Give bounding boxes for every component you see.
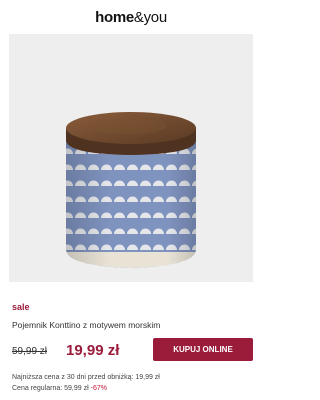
site-header: home &you: [0, 0, 262, 34]
sale-price: 19,99 zł: [66, 342, 120, 359]
buy-online-button[interactable]: KUPUJ ONLINE: [153, 338, 253, 361]
logo-home-text: home: [95, 8, 134, 26]
logo-amp-text: &you: [133, 8, 167, 26]
old-price: 59,99 zł: [12, 346, 48, 357]
regular-price-note: Cena regularna: 59,99 zł: [12, 385, 89, 392]
sale-badge: sale: [12, 302, 30, 312]
product-title[interactable]: Pojemnik Konttino z motywem morskim: [12, 320, 160, 330]
jar-illustration: [66, 112, 196, 268]
discount-percent: -67%: [90, 385, 107, 392]
home-and-you-logo[interactable]: home &you: [95, 9, 167, 26]
regular-price-line: Cena regularna: 59,99 zł -67%: [12, 385, 107, 392]
lowest-price-note: Najniższa cena z 30 dni przed obniżką: 1…: [12, 374, 160, 381]
product-image[interactable]: [9, 34, 253, 282]
